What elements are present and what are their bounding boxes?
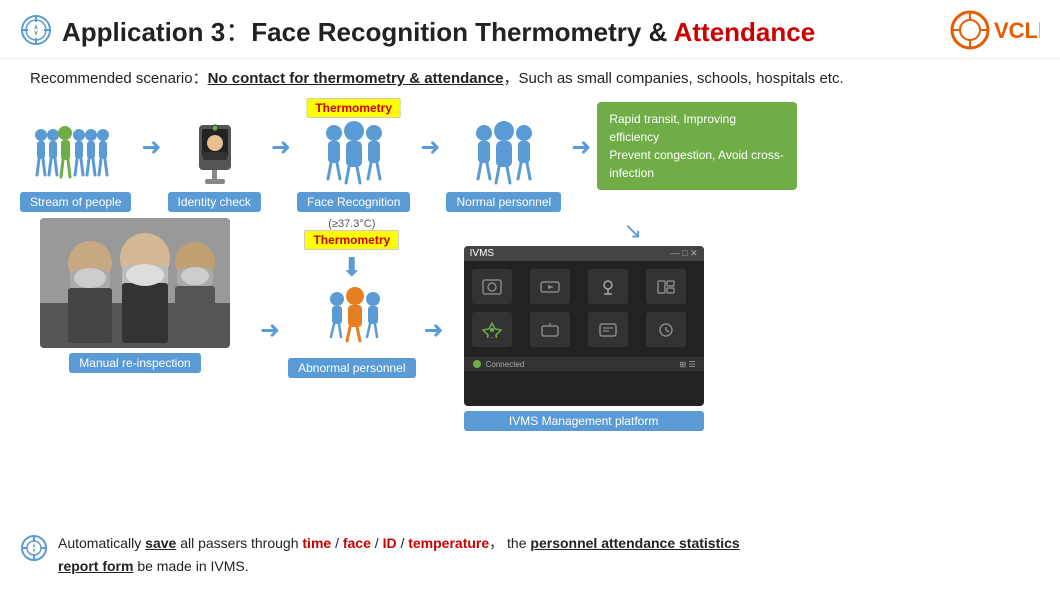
ivms-cell-3	[588, 269, 628, 304]
footer-report: report form	[58, 558, 133, 574]
ivms-statusbar: Connected ⊞ ☰	[464, 357, 704, 371]
arrow-1: ➜	[141, 133, 161, 162]
footer-auto: Automatically	[58, 535, 145, 551]
photo-svg	[40, 218, 230, 348]
footer: Automatically save all passers through t…	[20, 532, 1040, 577]
abnormal-section: (≥37.3°C) Thermometry ⬇ ➜	[260, 218, 444, 378]
green-line1: Rapid transit, Improving efficiency	[609, 110, 785, 146]
ivms-cell-5	[472, 312, 512, 347]
stream-label: Stream of people	[20, 192, 131, 212]
arrow-4: ➜	[571, 133, 591, 162]
footer-end: be made in IVMS.	[133, 558, 248, 574]
face-recognition: Thermometry Face Recognition	[297, 117, 410, 212]
top-flow-row: Stream of people ➜ Identity check ➜	[20, 102, 1040, 212]
ivms-cell-8	[646, 312, 686, 347]
footer-comma: ， the	[489, 535, 530, 551]
abnormal-person: Abnormal personnel	[288, 283, 415, 378]
left-arrow: ➜	[260, 316, 280, 345]
footer-icon	[20, 534, 48, 562]
abnormal-label: Abnormal personnel	[288, 358, 415, 378]
subheader: Recommended scenario：No contact for ther…	[0, 59, 1060, 94]
ivms-label: IVMS Management platform	[464, 411, 704, 431]
ivms-title: IVMS	[470, 248, 494, 259]
normal-people-icon	[464, 117, 544, 187]
ivms-platform: IVMS — □ ✕	[464, 246, 704, 406]
footer-time: time	[302, 535, 331, 551]
green-line2: Prevent congestion, Avoid cross-infectio…	[609, 146, 785, 182]
photo-section: Manual re-inspection	[40, 218, 230, 373]
ivms-cell-2	[530, 269, 570, 304]
header: Application 3：Face Recognition Thermomet…	[0, 0, 1060, 59]
ivms-header: IVMS — □ ✕	[464, 246, 704, 261]
ivms-cell-6	[530, 312, 570, 347]
ivms-icon-grid	[464, 261, 704, 355]
footer-face: face	[343, 535, 371, 551]
footer-save: save	[145, 535, 176, 551]
bottom-section: Manual re-inspection (≥37.3°C) Thermomet…	[20, 218, 1040, 431]
vcley-logo: VCLEY	[950, 10, 1040, 50]
people-stream-icon	[31, 117, 121, 187]
arrow-3: ➜	[420, 133, 440, 162]
arrow-2: ➜	[271, 133, 291, 162]
subheader-highlight: No contact for thermometry & attendance	[208, 70, 504, 87]
temp-section: (≥37.3°C) Thermometry	[304, 218, 399, 250]
diag-arrow: ↘	[624, 218, 642, 244]
face-recognition-people-icon	[314, 117, 394, 187]
ivms-cell-7	[588, 312, 628, 347]
manual-label: Manual re-inspection	[69, 353, 200, 373]
green-result-box: Rapid transit, Improving efficiency Prev…	[597, 102, 797, 190]
page-title: Application 3：Face Recognition Thermomet…	[62, 12, 950, 49]
logo: VCLEY	[950, 10, 1040, 50]
normal-personnel: Normal personnel	[446, 117, 561, 212]
footer-temp: temperature	[408, 535, 489, 551]
footer-s2: /	[371, 535, 383, 551]
main-content: Stream of people ➜ Identity check ➜	[0, 102, 1060, 431]
ivms-cell-4	[646, 269, 686, 304]
photo-placeholder	[40, 218, 230, 348]
footer-mid1: all passers through	[176, 535, 302, 551]
stream-of-people: Stream of people	[20, 117, 131, 212]
ivms-status-text: Connected	[486, 360, 525, 369]
ivms-section: ↘ IVMS — □ ✕	[464, 218, 704, 431]
ivms-cell-1	[472, 269, 512, 304]
footer-s3: /	[397, 535, 409, 551]
svg-text:VCLEY: VCLEY	[994, 18, 1040, 43]
thermometry-badge-top: Thermometry	[306, 99, 401, 117]
identity-label: Identity check	[168, 192, 261, 212]
face-recognition-label: Face Recognition	[297, 192, 410, 212]
down-arrow: ⬇	[341, 252, 363, 283]
subheader-suffix: ，Such as small companies, schools, hospi…	[503, 70, 843, 87]
footer-s1: /	[331, 535, 343, 551]
ivms-icons-row: ⊞ ☰	[680, 360, 696, 369]
footer-id: ID	[383, 535, 397, 551]
footer-text: Automatically save all passers through t…	[58, 532, 740, 577]
ivms-status-icon	[472, 359, 482, 369]
thermometry-badge2: Thermometry	[304, 230, 399, 250]
device-icon	[177, 117, 252, 187]
abnormal-row: ➜	[260, 283, 444, 378]
right-arrow: ➜	[424, 316, 444, 345]
subheader-prefix: Recommended scenario：	[30, 70, 208, 87]
temp-threshold: (≥37.3°C)	[328, 218, 375, 230]
compass-icon	[20, 14, 52, 46]
normal-label: Normal personnel	[446, 192, 561, 212]
footer-stats: personnel attendance statistics	[530, 535, 739, 551]
ivms-controls: — □ ✕	[671, 248, 698, 259]
abnormal-people-icon	[317, 283, 387, 353]
identity-check: Identity check	[168, 117, 261, 212]
